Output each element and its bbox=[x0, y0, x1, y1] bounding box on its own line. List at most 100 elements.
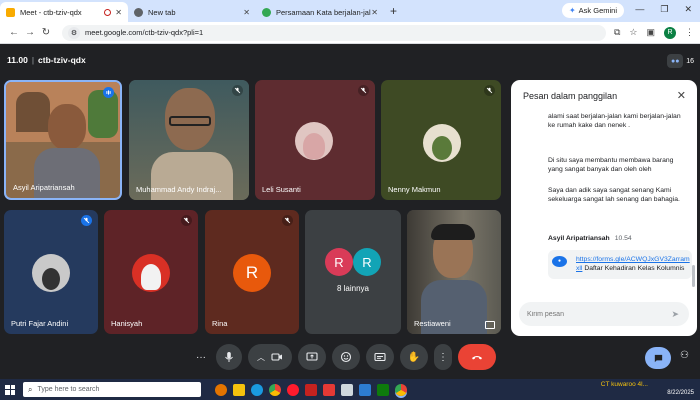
participant-name: Restiaweni bbox=[414, 319, 451, 328]
video-options-button[interactable]: ︿ bbox=[248, 344, 292, 370]
person-shirt bbox=[34, 148, 100, 198]
reload-icon[interactable]: ↻ bbox=[38, 27, 54, 38]
wps-icon[interactable] bbox=[323, 383, 335, 396]
participant-tile-nenny[interactable]: Nenny Makmun bbox=[381, 80, 501, 200]
muted-mic-icon bbox=[232, 85, 243, 96]
new-tab-button[interactable]: + bbox=[390, 4, 397, 18]
dots-icon: ··· bbox=[196, 351, 206, 363]
pip-icon[interactable] bbox=[485, 321, 495, 329]
restore-icon[interactable]: ❐ bbox=[660, 4, 668, 15]
recording-icon bbox=[104, 8, 112, 16]
participant-tile-restiaweni[interactable]: Restiaweni bbox=[407, 210, 501, 334]
gemini-sparkle-icon: ✦ bbox=[568, 6, 576, 15]
menu-dots-icon[interactable]: ⋮ bbox=[685, 27, 694, 38]
windows-start-icon[interactable] bbox=[5, 384, 15, 395]
participant-name: Rina bbox=[212, 319, 228, 328]
tab-meet[interactable]: Meet - ctb-tziv-qdx ✕ bbox=[0, 2, 128, 22]
chrome-icon[interactable] bbox=[269, 383, 281, 396]
back-icon[interactable]: ← bbox=[6, 27, 22, 38]
participant-tile-muhammad[interactable]: Muhammad Andy Indraj... bbox=[129, 80, 249, 200]
participant-tile-hanisyah[interactable]: Hanisyah bbox=[104, 210, 198, 334]
tab-new-tab[interactable]: New tab ✕ bbox=[128, 2, 256, 22]
chat-message: alami saat berjalan-jalan kami berjalan-… bbox=[548, 113, 681, 130]
participant-tile-putri[interactable]: Putri Fajar Andini bbox=[4, 210, 98, 334]
video-plant bbox=[88, 90, 118, 138]
participant-name: Leli Susanti bbox=[262, 185, 301, 194]
close-tab-icon[interactable]: ✕ bbox=[243, 8, 250, 17]
profile-photo bbox=[32, 254, 70, 292]
mail-icon[interactable] bbox=[341, 383, 353, 396]
form-link-suffix[interactable]: xll bbox=[576, 265, 582, 272]
taskbar-search-input[interactable]: ⌕ Type here to search bbox=[23, 382, 201, 397]
bookmark-star-icon[interactable]: ☆ bbox=[629, 27, 637, 38]
muted-mic-icon bbox=[81, 215, 92, 226]
tab-persamaan-kata[interactable]: Persamaan Kata berjalan-jalan ✕ bbox=[256, 2, 384, 22]
app-icon[interactable] bbox=[305, 383, 317, 396]
opera-icon[interactable] bbox=[287, 383, 299, 396]
tab-title: Persamaan Kata berjalan-jalan bbox=[276, 7, 372, 17]
site-info-icon[interactable]: ⚙ bbox=[68, 26, 80, 39]
chat-scrollbar[interactable] bbox=[692, 265, 695, 287]
phone-hangup-icon bbox=[472, 356, 482, 360]
participant-name: Nenny Makmun bbox=[388, 185, 441, 194]
ask-gemini-button[interactable]: ✦ Ask Gemini bbox=[561, 3, 624, 18]
ask-gemini-label: Ask Gemini bbox=[578, 6, 617, 15]
more-audio-button[interactable]: ··· bbox=[192, 344, 210, 370]
meeting-code: ctb-tziv-qdx bbox=[38, 55, 86, 65]
participant-tile-asyil[interactable]: Asyil Aripatriansah bbox=[4, 80, 122, 200]
hand-icon: ✋ bbox=[407, 351, 421, 363]
participant-tile-rina[interactable]: R Rina bbox=[205, 210, 299, 334]
participants-indicator[interactable]: ●● 16 bbox=[667, 54, 694, 68]
participants-avatars-icon: ●● bbox=[667, 54, 684, 68]
widgets-icon[interactable] bbox=[215, 383, 227, 396]
meet-header: 11.00 | ctb-tziv-qdx ●● 16 bbox=[0, 44, 700, 74]
window-controls: — ❐ ✕ bbox=[635, 4, 692, 15]
speaking-indicator-icon bbox=[103, 87, 114, 98]
close-tab-icon[interactable]: ✕ bbox=[371, 8, 378, 17]
more-options-button[interactable]: ⋮ bbox=[434, 344, 452, 370]
activities-icon[interactable]: ⚇ bbox=[680, 350, 689, 361]
form-link[interactable]: https://forms.gle/ACWQJxGV3Zarram bbox=[576, 256, 690, 263]
chat-panel-title: Pesan dalam panggilan bbox=[523, 91, 618, 101]
edge-icon[interactable] bbox=[251, 383, 263, 396]
link-description: Daftar Kehadiran Kelas Kolumnis bbox=[584, 265, 685, 273]
chrome-active-icon[interactable] bbox=[395, 383, 407, 396]
tray-label: CT kuwaroo 4l... bbox=[600, 381, 648, 388]
close-icon[interactable]: ✕ bbox=[677, 89, 686, 102]
minimize-icon[interactable]: — bbox=[635, 4, 644, 15]
present-icon bbox=[306, 352, 318, 361]
capture-icon[interactable] bbox=[377, 383, 389, 396]
call-controls: ··· ︿ ✋ ⋮ bbox=[192, 344, 496, 370]
taskbar-search-placeholder: Type here to search bbox=[37, 386, 100, 393]
captions-button[interactable] bbox=[366, 344, 394, 370]
participant-tile-leli[interactable]: Leli Susanti bbox=[255, 80, 375, 200]
close-tab-icon[interactable]: ✕ bbox=[115, 8, 122, 17]
more-vert-icon: ⋮ bbox=[438, 351, 448, 363]
leave-call-button[interactable] bbox=[458, 344, 496, 370]
file-explorer-icon[interactable] bbox=[233, 383, 245, 396]
chat-link-message: ● https://forms.gle/ACWQJxGV3Zarram xll … bbox=[548, 250, 692, 279]
person-shape bbox=[141, 264, 161, 290]
chat-toggle-button[interactable] bbox=[645, 347, 671, 369]
url-text: meet.google.com/ctb-tziv-qdx?pli=1 bbox=[85, 28, 204, 37]
raise-hand-button[interactable]: ✋ bbox=[400, 344, 428, 370]
tab-title: New tab bbox=[148, 7, 176, 17]
close-window-icon[interactable]: ✕ bbox=[684, 4, 692, 15]
mic-button[interactable] bbox=[216, 344, 242, 370]
store-icon[interactable] bbox=[359, 383, 371, 396]
person-hair bbox=[431, 224, 475, 240]
person-shape bbox=[432, 136, 452, 160]
profile-avatar[interactable]: R bbox=[664, 26, 676, 39]
translate-icon[interactable]: ⧉ bbox=[614, 27, 620, 38]
present-screen-button[interactable] bbox=[298, 344, 326, 370]
send-icon[interactable]: ➤ bbox=[671, 309, 679, 320]
extensions-icon[interactable]: ▣ bbox=[646, 27, 655, 38]
forward-icon[interactable]: → bbox=[22, 27, 38, 38]
url-bar[interactable]: ⚙ meet.google.com/ctb-tziv-qdx?pli=1 bbox=[62, 24, 606, 41]
reactions-button[interactable] bbox=[332, 344, 360, 370]
chat-input[interactable] bbox=[519, 302, 689, 326]
participants-count: 16 bbox=[686, 57, 694, 65]
muted-mic-icon bbox=[484, 85, 495, 96]
participant-tile-others[interactable]: R R 8 lainnya bbox=[305, 210, 401, 334]
meet-favicon-icon bbox=[6, 7, 15, 17]
